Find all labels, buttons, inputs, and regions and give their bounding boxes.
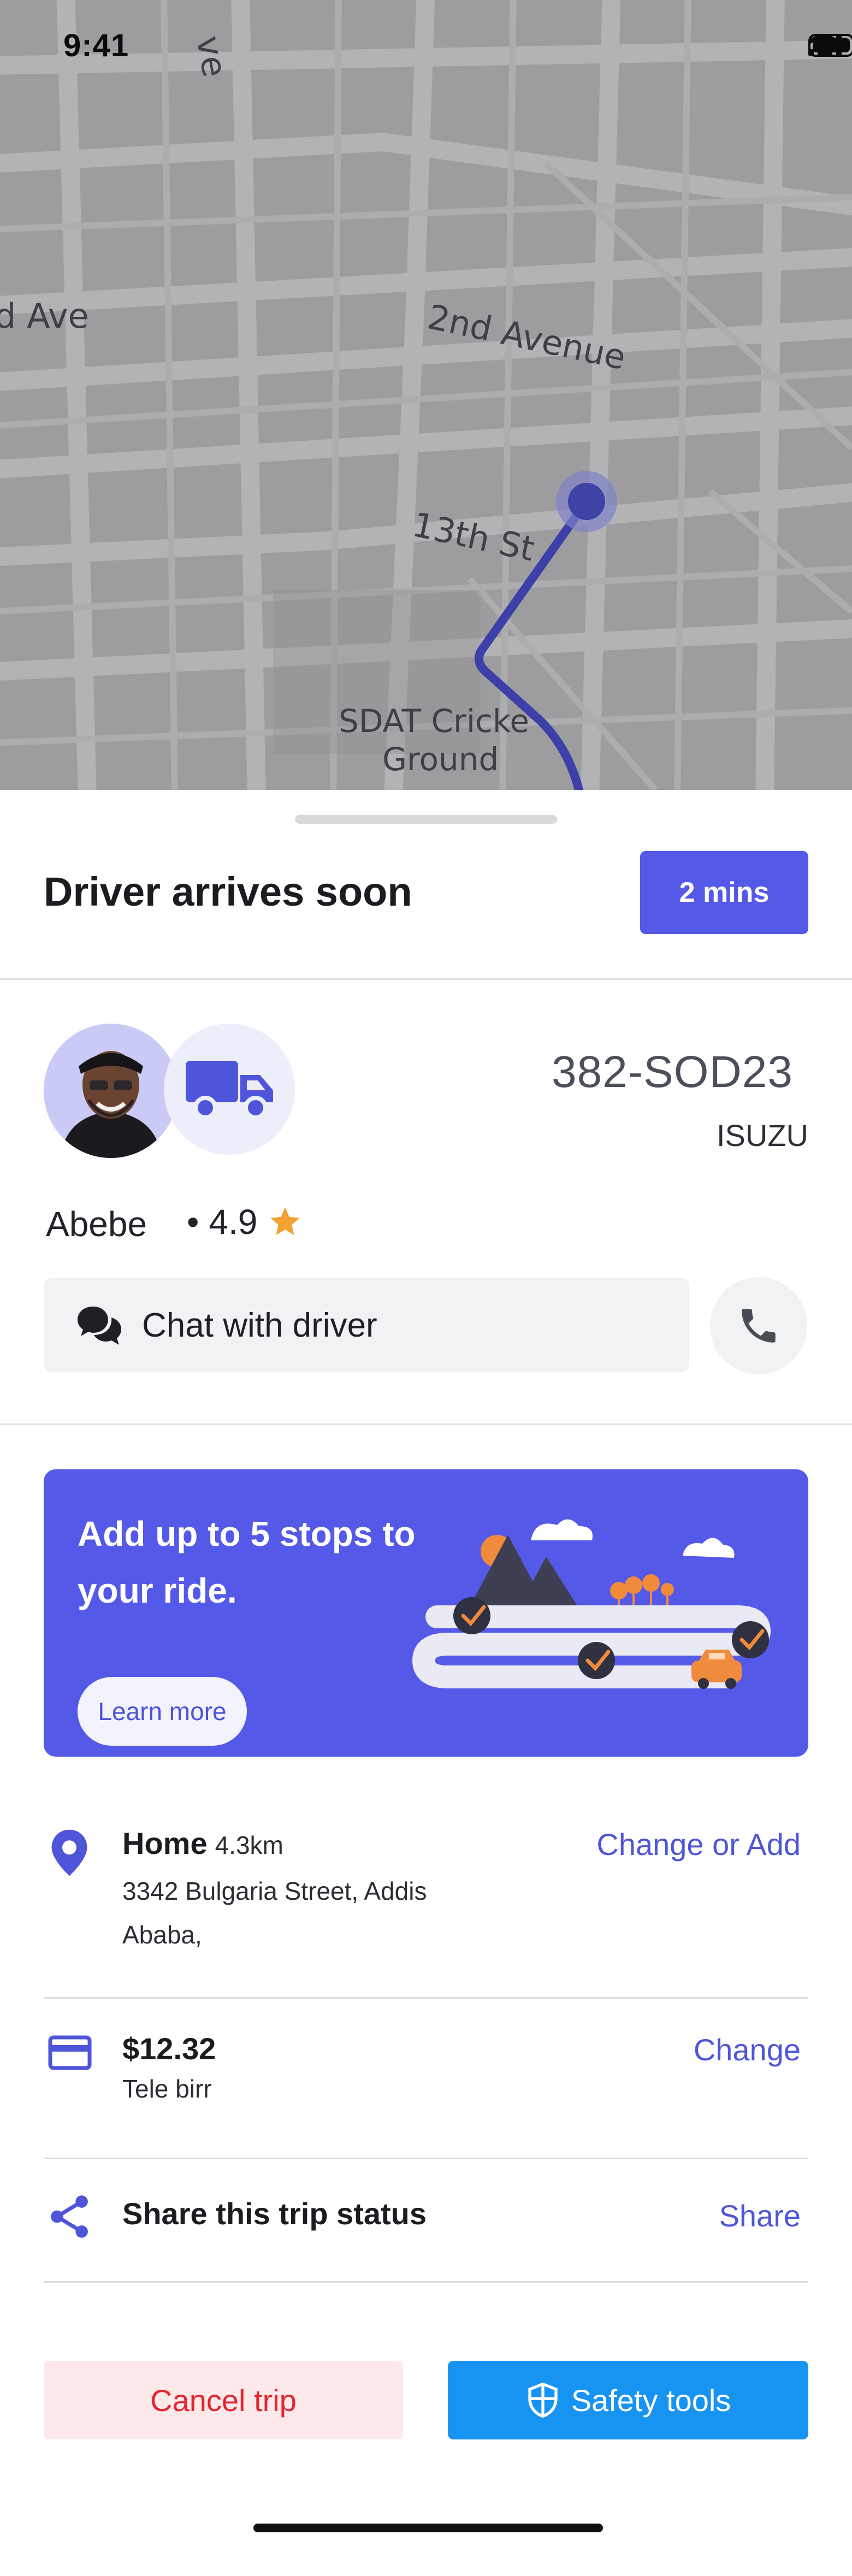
- vehicle-badge: [164, 1024, 295, 1155]
- row-divider: [44, 1997, 808, 1999]
- promo-banner[interactable]: Add up to 5 stops to your ride. Learn mo…: [44, 1469, 808, 1757]
- cancel-trip-button[interactable]: Cancel trip: [44, 2361, 403, 2439]
- battery-icon: [808, 34, 852, 57]
- destination-address-line-1: 3342 Bulgaria Street, Addis: [122, 1877, 427, 1905]
- destination-name: Home: [122, 1826, 208, 1860]
- sheet-grabber[interactable]: [295, 815, 557, 824]
- credit-card-icon: [48, 2035, 92, 2070]
- change-payment-link[interactable]: Change: [694, 2032, 801, 2067]
- promo-text: Add up to 5 stops to your ride.: [78, 1514, 416, 1610]
- payment-row[interactable]: $12.32 Tele birr Change: [44, 2031, 808, 2140]
- payment-amount: $12.32: [122, 2031, 216, 2066]
- eta-badge: 2 mins: [640, 851, 808, 934]
- driver-avatar: [44, 1024, 178, 1158]
- row-divider: [44, 2158, 808, 2159]
- status-time: 9:41: [63, 28, 129, 63]
- share-title: Share this trip status: [122, 2196, 427, 2231]
- driver-name: Abebe: [46, 1204, 147, 1244]
- learn-more-button[interactable]: Learn more: [78, 1677, 247, 1746]
- vehicle-make: ISUZU: [717, 1118, 808, 1153]
- home-indicator: [253, 2524, 603, 2532]
- status-bar: 9:41: [0, 0, 852, 93]
- safety-tools-button[interactable]: Safety tools: [448, 2361, 808, 2439]
- section-divider: [0, 978, 852, 980]
- row-divider: [44, 2281, 808, 2283]
- driver-location-dot: [568, 483, 605, 520]
- call-driver-button[interactable]: [710, 1277, 807, 1374]
- rating-bullet: •: [187, 1202, 199, 1242]
- phone-icon: [742, 1309, 776, 1343]
- section-divider: [0, 1423, 852, 1425]
- chat-with-driver-button[interactable]: Chat with driver: [44, 1278, 689, 1372]
- trip-sheet: Driver arrives soon 2 mins 382-SOD23 ISU…: [0, 790, 852, 2576]
- destination-row[interactable]: Home 4.3km 3342 Bulgaria Street, Addis Ab…: [44, 1825, 808, 1989]
- map-label-ground: Ground: [382, 741, 499, 778]
- driver-photo: [44, 1024, 178, 1158]
- multi-stop-illustration: [412, 1519, 771, 1689]
- destination-distance: 4.3km: [215, 1831, 283, 1859]
- truck-icon: [186, 1061, 273, 1120]
- payment-method: Tele birr: [122, 2075, 212, 2103]
- map-view[interactable]: ve d Ave 2nd Avenue 13th St SDAT Cricke …: [0, 0, 852, 790]
- destination-address: 3342 Bulgaria Street, Addis Ababa,: [122, 1869, 427, 1957]
- share-icon: [51, 2195, 88, 2238]
- arrival-title: Driver arrives soon: [44, 869, 412, 914]
- destination-address-line-2: Ababa,: [122, 1921, 202, 1949]
- license-plate: 382-SOD23: [551, 1047, 793, 1097]
- location-pin-icon: [51, 1829, 87, 1876]
- driver-rating: • 4.9: [187, 1202, 303, 1242]
- destination-title: Home 4.3km: [122, 1825, 283, 1861]
- map-streets: ve d Ave 2nd Avenue 13th St SDAT Cricke …: [0, 0, 852, 790]
- chat-bubbles-icon: [78, 1307, 121, 1345]
- map-label-cricket: SDAT Cricke: [339, 702, 529, 740]
- share-link[interactable]: Share: [719, 2198, 801, 2234]
- shield-icon: [528, 2382, 558, 2418]
- share-row[interactable]: Share this trip status Share: [44, 2195, 808, 2250]
- change-or-add-link[interactable]: Change or Add: [596, 1827, 801, 1862]
- safety-tools-label: Safety tools: [571, 2383, 731, 2418]
- map-label-ave: d Ave: [0, 296, 89, 336]
- chat-label: Chat with driver: [142, 1306, 377, 1344]
- rating-value: 4.9: [209, 1202, 258, 1242]
- star-icon: [270, 1207, 300, 1235]
